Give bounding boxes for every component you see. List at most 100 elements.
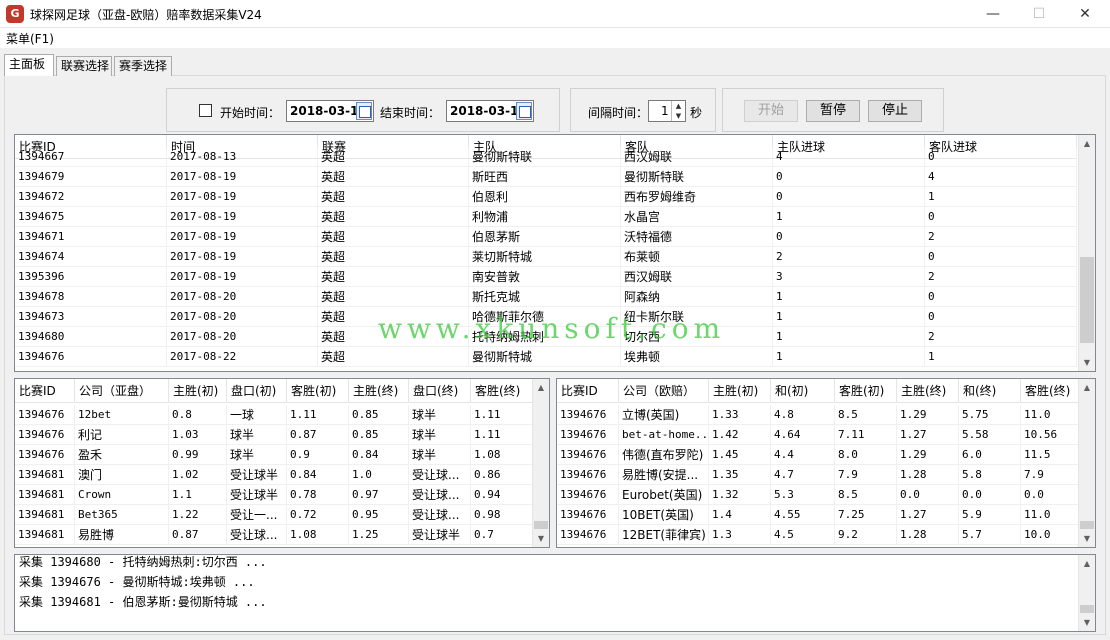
table-row[interactable]: 1394674 2017-08-19 英超 莱切斯特城 布莱顿 2 0 [15, 247, 1077, 267]
table-row[interactable]: 1394676 2017-08-22 英超 曼彻斯特城 埃弗顿 1 1 [15, 347, 1077, 367]
matches-scrollbar[interactable]: ▲ ▼ [1078, 135, 1095, 371]
table-row[interactable]: 1394680 2017-08-20 英超 托特纳姆热刺 切尔西 1 2 [15, 327, 1077, 347]
euro-odds-column-header[interactable]: 和(终) [959, 379, 1021, 403]
euro-odds-column-header[interactable]: 公司（欧赔） [619, 379, 709, 403]
asian-odds-column-header[interactable]: 盘口(终) [409, 379, 471, 403]
table-row[interactable]: 1394676 Eurobet(英国) 1.32 5.3 8.5 0.0 0.0 0.0 [557, 485, 1079, 505]
table-row[interactable]: 1395396 2017-08-19 英超 南安普敦 西汉姆联 3 2 [15, 267, 1077, 287]
scroll-thumb[interactable] [1080, 521, 1094, 529]
euro-odds-column-header[interactable]: 和(初) [771, 379, 835, 403]
stepper-arrows[interactable]: ▲ ▼ [671, 101, 685, 121]
close-button[interactable]: ✕ [1062, 0, 1108, 28]
euro-odds-column-header[interactable]: 比赛ID [557, 379, 619, 403]
table-row[interactable]: 1394676 盈禾 0.99 球半 0.9 0.84 球半 1.08 [15, 445, 533, 465]
table-row[interactable]: 1394679 2017-08-19 英超 斯旺西 曼彻斯特联 0 4 [15, 167, 1077, 187]
tab-main-panel[interactable]: 主面板 [4, 54, 54, 76]
menu-main[interactable]: 菜单(F1) [6, 30, 54, 47]
table-row[interactable]: 1394678 2017-08-20 英超 斯托克城 阿森纳 1 0 [15, 287, 1077, 307]
scroll-thumb[interactable] [1080, 257, 1094, 343]
asian-odds-column-header[interactable]: 客胜(初) [287, 379, 349, 403]
table-row[interactable]: 1394681 易胜博 0.87 受让球... 1.08 1.25 受让球半 0.7 [15, 525, 533, 545]
table-cell: 2017-08-19 [167, 167, 318, 187]
table-cell: 阿森纳 [621, 287, 773, 307]
table-row[interactable]: 1394681 Bet365 1.22 受让一... 0.72 0.95 受让球... 0.9… [15, 505, 533, 525]
asian-odds-column-header[interactable]: 盘口(初) [227, 379, 287, 403]
tab-season-select[interactable]: 赛季选择 [114, 56, 172, 76]
end-date-picker[interactable]: 2018-03-14 [446, 100, 534, 122]
asian-odds-column-header[interactable]: 客胜(终) [471, 379, 533, 403]
table-cell: 0.84 [287, 465, 349, 485]
start-date-picker[interactable]: 2018-03-13 [286, 100, 374, 122]
euro-odds-column-header[interactable]: 主胜(终) [897, 379, 959, 403]
table-cell: 0.78 [287, 485, 349, 505]
table-cell: 4.5 [771, 525, 835, 545]
scroll-up-icon[interactable]: ▲ [533, 379, 549, 396]
table-cell: 球半 [409, 445, 471, 465]
scroll-down-icon[interactable]: ▼ [1079, 354, 1095, 371]
table-row[interactable]: 1394676 10BET(英国) 1.4 4.55 7.25 1.27 5.9 11.0 [557, 505, 1079, 525]
stop-button[interactable]: 停止 [868, 100, 922, 122]
table-cell: 伯恩利 [469, 187, 621, 207]
table-cell: 盈禾 [75, 445, 169, 465]
table-cell: 2 [925, 227, 1077, 247]
table-row[interactable]: 1394676 bet-at-home... 1.42 4.64 7.11 1.27 5.5… [557, 425, 1079, 445]
calendar-icon[interactable] [356, 102, 372, 120]
table-cell: 0.97 [349, 485, 409, 505]
asian-odds-column-header[interactable]: 主胜(初) [169, 379, 227, 403]
table-cell: Bet365 [75, 505, 169, 525]
table-cell: 切尔西 [621, 327, 773, 347]
scroll-thumb[interactable] [534, 521, 548, 529]
scroll-up-icon[interactable]: ▲ [1079, 555, 1095, 572]
table-cell: 5.8 [959, 465, 1021, 485]
table-row[interactable]: 1394672 2017-08-19 英超 伯恩利 西布罗姆维奇 0 1 [15, 187, 1077, 207]
asian-odds-column-header[interactable]: 比赛ID [15, 379, 75, 403]
window-title: 球探网足球（亚盘-欧赔）赔率数据采集V24 [30, 8, 262, 22]
euro-odds-column-header[interactable]: 客胜(终) [1021, 379, 1079, 403]
table-row[interactable]: 1394676 立博(英国) 1.33 4.8 8.5 1.29 5.75 11.0 [557, 405, 1079, 425]
date-range-checkbox[interactable] [199, 104, 212, 117]
interval-stepper[interactable]: 1 ▲ ▼ [648, 100, 686, 122]
table-row[interactable]: 1394676 12bet 0.8 一球 1.11 0.85 球半 1.11 [15, 405, 533, 425]
asian-odds-column-header[interactable]: 公司（亚盘） [75, 379, 169, 403]
scroll-thumb[interactable] [1080, 605, 1094, 613]
table-row[interactable]: 1394676 利记 1.03 球半 0.87 0.85 球半 1.11 [15, 425, 533, 445]
chevron-up-icon[interactable]: ▲ [672, 101, 685, 111]
tab-league-select[interactable]: 联赛选择 [56, 56, 112, 76]
euro-odds-column-header[interactable]: 主胜(初) [709, 379, 771, 403]
table-cell: 11.0 [1021, 505, 1079, 525]
maximize-button[interactable]: ☐ [1016, 0, 1062, 28]
table-row[interactable]: 1394681 Crown 1.1 受让球半 0.78 0.97 受让球... 0.94 [15, 485, 533, 505]
euro-odds-column-header[interactable]: 客胜(初) [835, 379, 897, 403]
table-row[interactable]: 1394681 澳门 1.02 受让球半 0.84 1.0 受让球... 0.86 [15, 465, 533, 485]
table-row[interactable]: 1394673 2017-08-20 英超 哈德斯菲尔德 纽卡斯尔联 1 0 [15, 307, 1077, 327]
euro-odds-table[interactable]: 比赛ID 公司（欧赔） 主胜(初) 和(初) 客胜(初) 主胜(终) 和(终) 客胜(终) 1… [556, 378, 1096, 548]
matches-table[interactable]: 比赛ID 时间 联赛 主队 客队 主队进球 客队进球 1394667 2017-08-13 英超… [14, 134, 1096, 372]
table-cell: bet-at-home... [619, 425, 709, 445]
table-row[interactable]: 1394676 易胜博(安提... 1.35 4.7 7.9 1.28 5.8 7.9 [557, 465, 1079, 485]
scroll-up-icon[interactable]: ▲ [1079, 135, 1095, 152]
table-cell: 受让一... [227, 505, 287, 525]
asian-odds-column-header[interactable]: 主胜(终) [349, 379, 409, 403]
scroll-down-icon[interactable]: ▼ [1079, 530, 1095, 547]
scroll-down-icon[interactable]: ▼ [533, 530, 549, 547]
log-output[interactable]: 采集 1394680 - 托特纳姆热刺:切尔西 ... 采集 1394676 -… [14, 554, 1096, 632]
asian-odds-scrollbar[interactable]: ▲ ▼ [532, 379, 549, 547]
scroll-down-icon[interactable]: ▼ [1079, 614, 1095, 631]
chevron-down-icon[interactable]: ▼ [672, 111, 685, 121]
table-cell: 0.98 [471, 505, 533, 525]
table-row[interactable]: 1394676 伟德(直布罗陀) 1.45 4.4 8.0 1.29 6.0 11.5 [557, 445, 1079, 465]
asian-odds-table[interactable]: 比赛ID 公司（亚盘） 主胜(初) 盘口(初) 客胜(初) 主胜(终) 盘口(终) 客胜(终)… [14, 378, 550, 548]
minimize-button[interactable]: — [970, 0, 1016, 28]
menu-bar: 菜单(F1) [0, 28, 1110, 48]
log-scrollbar[interactable]: ▲ ▼ [1078, 555, 1095, 631]
euro-odds-scrollbar[interactable]: ▲ ▼ [1078, 379, 1095, 547]
calendar-icon[interactable] [516, 102, 532, 120]
table-row[interactable]: 1394671 2017-08-19 英超 伯恩茅斯 沃特福德 0 2 [15, 227, 1077, 247]
scroll-up-icon[interactable]: ▲ [1079, 379, 1095, 396]
table-row[interactable]: 1394675 2017-08-19 英超 利物浦 水晶宫 1 0 [15, 207, 1077, 227]
pause-button[interactable]: 暂停 [806, 100, 860, 122]
table-cell: 0 [925, 147, 1077, 167]
start-button[interactable]: 开始 [744, 100, 798, 122]
table-row[interactable]: 1394667 2017-08-13 英超 曼彻斯特联 西汉姆联 4 0 [15, 147, 1077, 167]
table-row[interactable]: 1394676 12BET(菲律宾) 1.3 4.5 9.2 1.28 5.7 10.0 [557, 525, 1079, 545]
